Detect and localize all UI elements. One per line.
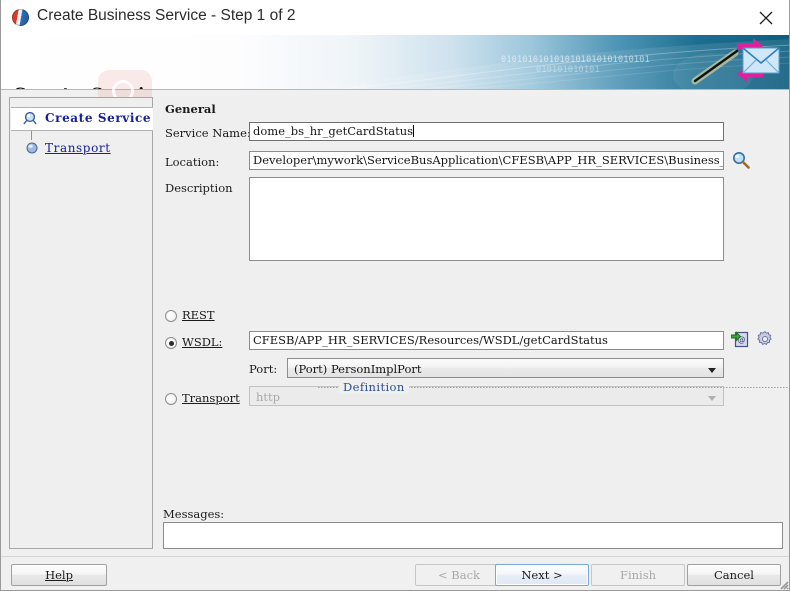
port-dropdown[interactable]: (Port) PersonImplPort <box>287 358 724 378</box>
radio-rest[interactable] <box>165 310 177 322</box>
service-name-value: dome_bs_hr_getCardStatus <box>253 124 414 138</box>
port-label-text: Port: <box>249 362 278 376</box>
wizard-content-panel: General Service Name: dome_bs_hr_getCard… <box>153 97 789 549</box>
banner-binary-line-1: 0101010101010101010101010101 <box>501 55 650 65</box>
back-button: < Back <box>415 564 503 586</box>
ide-app-icon <box>12 9 29 26</box>
back-button-label: < Back <box>437 568 480 582</box>
radio-wsdl-label: WSDL: <box>182 335 222 349</box>
banner-binary-text: 0101010101010101010101010101 01010101010… <box>501 55 650 75</box>
cancel-button[interactable]: Cancel <box>687 564 781 586</box>
radio-wsdl-label-text: WSDL: <box>182 335 223 349</box>
sidebar-item-create-service[interactable]: Create Service <box>11 107 153 131</box>
port-selected-value: (Port) PersonImplPort <box>294 362 422 376</box>
service-name-label: Service Name: <box>165 126 251 140</box>
description-textarea[interactable] <box>249 177 724 261</box>
location-input[interactable]: Developer\mywork\ServiceBusApplication\C… <box>249 151 724 170</box>
messages-output-box <box>163 522 783 549</box>
next-button[interactable]: Next > <box>495 564 589 586</box>
description-label: Description <box>165 181 233 195</box>
sidebar-item-label: Create Service <box>45 111 152 125</box>
service-name-input[interactable]: dome_bs_hr_getCardStatus <box>249 122 724 141</box>
banner-binary-line-2: 010101010101 <box>536 65 600 75</box>
radio-wsdl[interactable] <box>165 337 177 349</box>
messages-label-text: Messages: <box>163 507 225 521</box>
general-section-heading: General <box>165 102 216 116</box>
close-glyph <box>759 11 773 25</box>
sidebar-item-transport[interactable]: Transport <box>11 138 153 160</box>
radio-rest-label: REST <box>182 308 215 322</box>
magnifier-search-icon <box>733 152 750 169</box>
transport-dropdown: http <box>249 386 724 406</box>
envelope-exchange-icon <box>691 38 780 85</box>
finish-button-label: Finish <box>619 568 657 582</box>
sphere-node-icon <box>26 142 38 154</box>
radio-transport-label: Transport <box>182 391 240 405</box>
wsdl-settings-button[interactable] <box>756 330 774 353</box>
resize-grip-icon[interactable] <box>775 576 789 590</box>
transport-selected-value: http <box>256 390 281 404</box>
location-browse-button[interactable] <box>731 150 751 175</box>
help-button[interactable]: Help <box>11 564 107 586</box>
wizard-step-navigator: Create Service Transport <box>9 97 153 549</box>
radio-transport-label-text: Transport <box>182 391 240 405</box>
finish-button: Finish <box>591 564 685 586</box>
wsdl-value: CFESB/APP_HR_SERVICES/Resources/WSDL/get… <box>253 333 608 347</box>
sidebar-item-label: Transport <box>45 141 111 155</box>
location-label: Location: <box>165 155 220 169</box>
cancel-button-label: Cancel <box>714 568 754 582</box>
browse-resource-icon: @ <box>731 331 749 348</box>
wsdl-input[interactable]: CFESB/APP_HR_SERVICES/Resources/WSDL/get… <box>249 331 724 350</box>
radio-rest-label-text: REST <box>182 308 215 322</box>
gear-icon <box>757 330 772 346</box>
port-label: Port: <box>249 362 277 376</box>
location-value: Developer\mywork\ServiceBusApplication\C… <box>253 153 724 167</box>
magnifier-node-icon <box>23 111 37 125</box>
service-name-label-text: Service Name: <box>165 126 251 140</box>
help-button-label: Help <box>45 568 73 582</box>
messages-label: Messages: <box>163 507 224 521</box>
title-bar: Create Business Service - Step 1 of 2 <box>1 0 789 36</box>
dialog-button-bar: Help < Back Next > Finish Cancel <box>1 556 789 590</box>
radio-transport[interactable] <box>165 393 177 405</box>
definition-group-label: Definition <box>339 380 409 394</box>
window-title: Create Business Service - Step 1 of 2 <box>37 7 296 24</box>
create-business-service-dialog: Create Business Service - Step 1 of 2 01… <box>0 0 790 591</box>
chevron-down-icon <box>708 396 716 401</box>
chevron-down-icon <box>708 368 716 373</box>
text-caret <box>413 125 415 137</box>
wsdl-browse-button[interactable]: @ <box>731 330 750 354</box>
close-icon[interactable] <box>743 0 789 34</box>
next-button-label: Next > <box>521 568 563 582</box>
